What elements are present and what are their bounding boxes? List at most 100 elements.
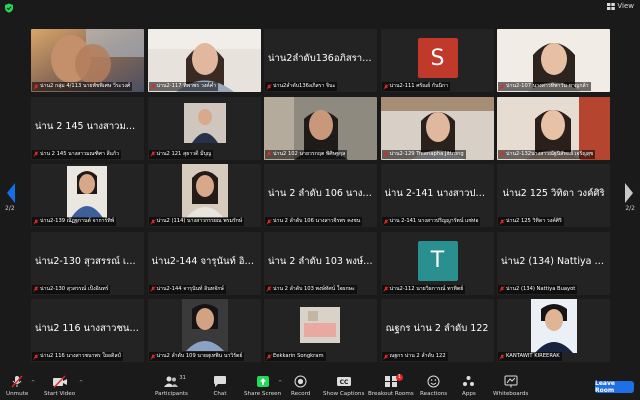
- breakout-rooms-button[interactable]: 1 Breakout Rooms: [368, 374, 414, 397]
- participant-display-name: ณฐกร น่าน 2 ลำดับ 122: [385, 323, 489, 334]
- captions-icon: CC: [336, 377, 351, 386]
- reactions-button[interactable]: Reactions: [420, 375, 447, 397]
- participant-tile[interactable]: น่าน2 กลุ่ม 4/113 นายพัชพิเศษ วีระวงศ์: [31, 29, 144, 92]
- start-video-button[interactable]: Start Video: [44, 375, 75, 397]
- muted-mic-icon: [266, 286, 272, 292]
- participant-tile[interactable]: Eekkarin Songkram: [264, 299, 377, 362]
- leave-room-button[interactable]: Leave Room: [595, 380, 634, 394]
- participant-tile[interactable]: น่าน 2-141 นางสาวปริญ... น่าน 2-141 นางส…: [380, 164, 494, 227]
- participant-name-label: น่าน2 121 สุธาวดี มีบุญ: [148, 149, 214, 159]
- participant-display-name: น่าน 2-141 นางสาวปริญ...: [384, 188, 490, 199]
- participant-tile[interactable]: น่าน2 121 สุธาวดี มีบุญ: [147, 96, 261, 160]
- participants-icon: [164, 376, 179, 387]
- participant-tile[interactable]: ณฐกร น่าน 2 ลำดับ 122 ณฐกร น่าน 2 ลำดับ …: [380, 299, 494, 362]
- record-button[interactable]: Record: [291, 375, 310, 397]
- show-captions-button[interactable]: CC Show Captions: [323, 375, 364, 397]
- participant-tile[interactable]: น่าน2-129 Treenapha Jittrong: [380, 96, 494, 160]
- participant-tile[interactable]: น่าน2 ลำดับ 109 นายสุเทพิน นาวิรัตย์: [147, 299, 261, 362]
- participant-tile[interactable]: น่าน2-132นางสาวณัฐนิสัทธย์ เจริญสุข: [497, 96, 610, 160]
- view-button[interactable]: View: [607, 2, 634, 10]
- participant-tile[interactable]: น่าน2-139 ณัฏฐกานต์ จาการ์ทิพ์: [31, 164, 144, 227]
- chat-icon: [214, 376, 226, 387]
- share-screen-icon: [256, 376, 269, 387]
- participant-tile[interactable]: S น่าน2-111 ศรัณย์ กันนิกา: [380, 29, 494, 92]
- participant-name-label: น่าน2-107 นางสาวทิพาวัน หาญกล้า: [498, 82, 591, 91]
- participant-name-label: น่าน2-144 จารุนันท์ อินทจักษ์: [148, 284, 226, 294]
- whiteboards-button[interactable]: Whiteboards: [493, 375, 528, 397]
- participant-display-name: น่าน2 (134) Nattiya Buayot: [501, 255, 606, 267]
- share-screen-button[interactable]: Share Screen: [244, 375, 281, 397]
- muted-mic-icon: [149, 151, 156, 157]
- participant-display-name: น่าน2 116 นางสาวชนาพร...: [35, 323, 140, 334]
- unmute-button[interactable]: Unmute: [6, 375, 28, 397]
- grid-view-icon: [607, 2, 616, 10]
- shield-check-icon[interactable]: [4, 3, 14, 13]
- participant-tile[interactable]: น่าน2-144 จารุนันท์ อินท... น่าน2-144 จา…: [147, 231, 261, 295]
- share-options-caret[interactable]: ^: [278, 380, 282, 386]
- participant-display-name: น่าน2ลำดับ136อภิสรา จินะ: [268, 53, 373, 64]
- participant-tile[interactable]: น่าน2 (134) Nattiya Buayot น่าน2 (134) N…: [497, 231, 610, 295]
- participant-tile[interactable]: น่าน2 125 วิทิดา วงค์ศิริ น่าน2 125 วิทิ…: [497, 164, 610, 227]
- participant-tile[interactable]: น่าน2 116 นางสาวชนาพร... น่าน2 116 นางสา…: [31, 299, 144, 362]
- muted-mic-icon: [499, 353, 505, 360]
- participant-tile[interactable]: น่าน 2 145 นางสาวมณ... น่าน 2 145 นางสาว…: [31, 96, 144, 160]
- participant-name-label: น่าน 2 ลำดับ 103 พงษ์ทัศน์ ใจผกษะ: [265, 284, 357, 294]
- previous-page-button[interactable]: [4, 180, 18, 206]
- participant-name-label: น่าน2 (114) นางสาวกรรยณ พรมรักษ์: [148, 217, 245, 226]
- participant-display-name: น่าน 2 ลำดับ 106 นางส...: [268, 188, 373, 199]
- participant-name-label: น่าน 2 145 นางสาวมณฑิศา สีแก้ว: [32, 149, 122, 159]
- participant-name-label: KANTAWIT KIREERAK: [498, 352, 562, 361]
- participant-display-name: น่าน2-130 สุวสรรณ์ เป็งอิ...: [35, 255, 140, 267]
- page-indicator-left: 2/2: [5, 205, 15, 212]
- muted-mic-icon: [266, 83, 272, 90]
- participant-tile[interactable]: น่าน2-107 นางสาวทิพาวัน หาญกล้า: [497, 29, 610, 92]
- muted-mic-icon: [11, 375, 23, 388]
- view-label: View: [617, 2, 634, 10]
- participant-display-name: น่าน2 125 วิทิดา วงค์ศิริ: [502, 188, 605, 199]
- video-options-caret[interactable]: ^: [79, 380, 83, 386]
- participant-tile[interactable]: KANTAWIT KIREERAK: [497, 299, 610, 362]
- participants-button[interactable]: 31 Participants: [155, 375, 188, 397]
- next-page-button[interactable]: [622, 180, 636, 206]
- muted-mic-icon: [33, 286, 39, 292]
- record-icon: [294, 375, 307, 388]
- participants-count: 31: [179, 375, 186, 381]
- participant-name-label: น่าน2 125 วิทิดา วงค์ศิริ: [498, 217, 564, 226]
- participant-tile[interactable]: น่าน2 102 นายวรกฤต พิศิษฐกุล: [264, 96, 377, 160]
- avatar: S: [417, 38, 458, 78]
- muted-mic-icon: [266, 151, 272, 157]
- muted-mic-icon: [266, 218, 272, 225]
- participant-tile[interactable]: น่าน2 (114) นางสาวกรรยณ พรมรักษ์: [147, 164, 261, 227]
- participant-name-label: ณฐกร น่าน 2 ลำดับ 122: [381, 352, 448, 361]
- participant-tile[interactable]: น่าน2-117 ทิพาพร วงค์คำ: [147, 29, 261, 92]
- audio-options-caret[interactable]: ^: [31, 380, 35, 386]
- whiteboard-icon: [504, 375, 518, 388]
- participant-tile[interactable]: น่าน2ลำดับ136อภิสรา จินะ น่าน2ลำดับ136อภ…: [264, 29, 377, 92]
- apps-button[interactable]: Apps: [462, 375, 476, 397]
- participant-name-label: น่าน2 102 นายวรกฤต พิศิษฐกุล: [265, 149, 348, 159]
- apps-icon: [463, 376, 475, 386]
- participant-name-label: น่าน 2-141 นางสาวปริญญารัตน์ แซ่ห่อ: [381, 217, 481, 226]
- participant-name-label: Eekkarin Songkram: [265, 352, 326, 361]
- muted-mic-icon: [499, 218, 505, 225]
- muted-mic-icon: [382, 151, 389, 157]
- participant-name-label: น่าน2-130 สุวสรรณ์ เป็งอินทร์: [32, 284, 111, 294]
- breakout-badge: 1: [395, 374, 403, 381]
- muted-mic-icon: [382, 83, 389, 90]
- participant-name-label: น่าน2-117 ทิพาพร วงค์คำ: [148, 82, 219, 91]
- participant-tile[interactable]: T น่าน2-112 นายวิธการณ์ ทาทิตย์: [380, 231, 494, 295]
- video-off-icon: [52, 375, 67, 388]
- participant-name-label: น่าน2-112 นายวิธการณ์ ทาทิตย์: [381, 284, 466, 294]
- muted-mic-icon: [149, 286, 156, 292]
- zoom-meeting-window: View 2/2 2/2 น่าน2 กลุ่ม 4/113 นายพัชพิเ…: [0, 0, 640, 400]
- page-indicator-right: 2/2: [625, 205, 635, 212]
- chat-button[interactable]: Chat: [213, 375, 227, 397]
- muted-mic-icon: [33, 218, 39, 225]
- participant-tile[interactable]: น่าน 2 ลำดับ 106 นางส... น่าน 2 ลำดับ 10…: [264, 164, 377, 227]
- participant-tile[interactable]: น่าน2-130 สุวสรรณ์ เป็งอิ... น่าน2-130 ส…: [31, 231, 144, 295]
- top-bar: View: [0, 0, 640, 16]
- participant-name-label: น่าน2 กลุ่ม 4/113 นายพัชพิเศษ วีระวงศ์: [32, 82, 133, 91]
- muted-mic-icon: [149, 218, 156, 225]
- cc-glyph: CC: [339, 379, 348, 386]
- participant-tile[interactable]: น่าน 2 ลำดับ 103 พงษ์ทั... น่าน 2 ลำดับ …: [264, 231, 377, 295]
